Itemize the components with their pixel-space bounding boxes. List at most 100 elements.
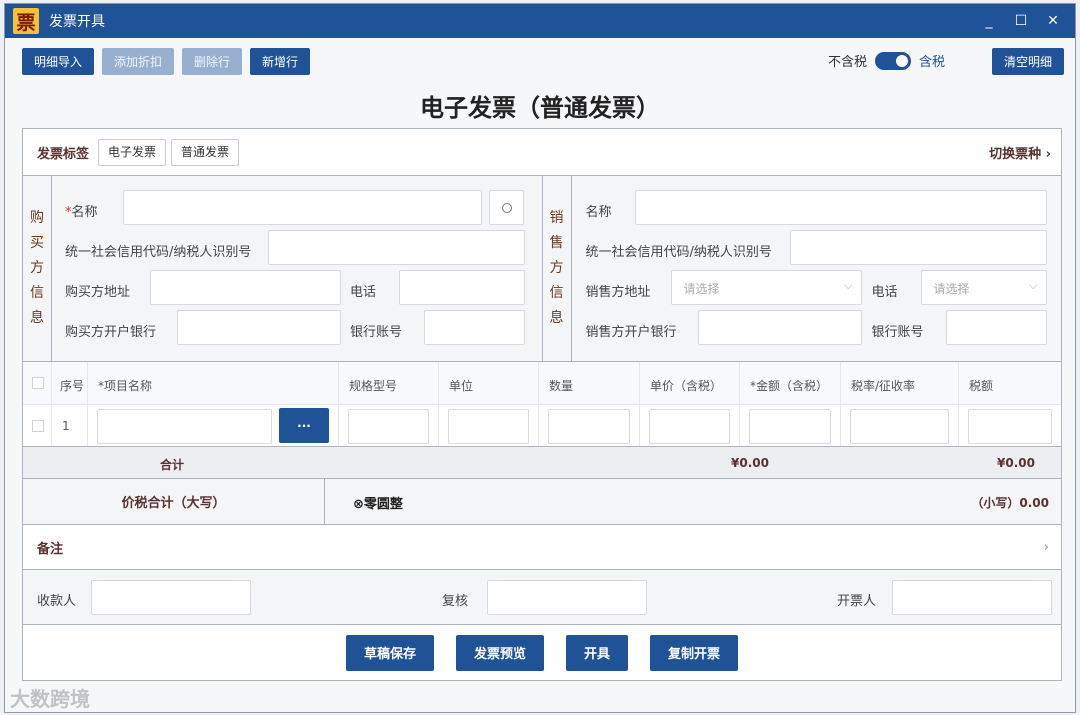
buyer-phone-input[interactable] bbox=[399, 270, 525, 305]
invoice-tag-label: 发票标签 bbox=[37, 146, 90, 162]
action-bar: 草稿保存 发票预览 开具 复制开票 bbox=[23, 625, 1061, 680]
copy-issue-button[interactable]: 复制开票 bbox=[650, 634, 739, 671]
reviewer-input[interactable] bbox=[487, 580, 647, 615]
select-all-checkbox[interactable] bbox=[32, 377, 44, 389]
buyer-account-input[interactable] bbox=[424, 310, 525, 345]
tax-inclusive-total-row: 价税合计（大写） ⊗零圆整 （小写）0.00 bbox=[23, 479, 1061, 525]
tax-exclusive-label: 不含税 bbox=[827, 55, 867, 70]
reviewer-label: 复核 bbox=[442, 594, 469, 609]
remarks-row[interactable]: 备注 › bbox=[23, 525, 1061, 570]
close-icon[interactable]: ✕ bbox=[1037, 13, 1069, 29]
seller-taxid-label: 统一社会信用代码/纳税人识别号 bbox=[585, 245, 772, 260]
quantity-input[interactable] bbox=[548, 409, 630, 444]
save-draft-button[interactable]: 草稿保存 bbox=[345, 634, 434, 671]
seller-address-select[interactable]: 请选择 ⌵ bbox=[670, 270, 862, 305]
seller-address-label: 销售方地址 bbox=[585, 285, 651, 300]
buyer-name-label-text: 名称 bbox=[71, 205, 98, 220]
seller-account-label: 银行账号 bbox=[871, 325, 924, 340]
import-details-button[interactable]: 明细导入 bbox=[22, 48, 95, 75]
buyer-name-input[interactable] bbox=[123, 190, 482, 225]
buyer-address-input[interactable] bbox=[150, 270, 341, 305]
invoice-window: 票 发票开具 _ ☐ ✕ 明细导入 添加折扣 删除行 新增行 不含税 含税 清空… bbox=[4, 3, 1076, 713]
seller-vertical-label: 销 售 方 信 息 bbox=[543, 176, 572, 361]
tax-toggle-switch[interactable] bbox=[874, 51, 911, 70]
buyer-taxid-label: 统一社会信用代码/纳税人识别号 bbox=[65, 245, 252, 260]
unit-price-input[interactable] bbox=[649, 409, 730, 444]
add-discount-button[interactable]: 添加折扣 bbox=[102, 48, 175, 75]
delete-row-button[interactable]: 删除行 bbox=[182, 48, 243, 75]
tax-rate-input[interactable] bbox=[850, 409, 949, 444]
col-index: 序号 bbox=[52, 362, 88, 404]
table-row: 1 ··· bbox=[23, 405, 1061, 447]
item-select-more-button[interactable]: ··· bbox=[279, 408, 329, 443]
col-tax-rate: 税率/征收率 bbox=[841, 362, 959, 404]
buyer-bank-input[interactable] bbox=[177, 310, 341, 345]
buyer-vlabel-char: 方 bbox=[30, 260, 44, 276]
col-tax: 税额 bbox=[969, 379, 994, 393]
buyer-taxid-input[interactable] bbox=[268, 230, 525, 265]
buyer-name-label: *名称 bbox=[65, 201, 98, 220]
seller-vlabel-char: 信 bbox=[549, 285, 564, 301]
issuer-label: 开票人 bbox=[837, 594, 877, 609]
amount-input[interactable] bbox=[749, 409, 831, 444]
spec-cell bbox=[339, 405, 439, 446]
seller-fields: 名称 统一社会信用代码/纳税人识别号 销售方地址 请选择 ⌵ 电话 请选择 ⌵ … bbox=[572, 176, 1062, 361]
toolbar: 明细导入 添加折扣 删除行 新增行 bbox=[22, 48, 311, 75]
unit-input[interactable] bbox=[448, 409, 529, 444]
add-row-button[interactable]: 新增行 bbox=[250, 48, 311, 75]
item-name-input[interactable] bbox=[97, 409, 272, 444]
search-icon bbox=[501, 202, 512, 213]
tag-electronic[interactable]: 电子发票 bbox=[98, 138, 167, 166]
col-item-name: *项目名称 bbox=[88, 362, 339, 404]
seller-name-input[interactable] bbox=[634, 190, 1047, 225]
total-uppercase-value: ⊗零圆整 bbox=[353, 493, 403, 512]
spec-input[interactable] bbox=[348, 409, 429, 444]
seller-vlabel-char: 方 bbox=[549, 260, 564, 276]
row-index: 1 bbox=[52, 405, 88, 446]
row-checkbox[interactable] bbox=[32, 420, 44, 432]
buyer-vlabel-char: 购 bbox=[30, 210, 44, 226]
items-table-header: 序号 *项目名称 规格型号 单位 数量 单价（含税） *金额（含税） 税率/征收… bbox=[23, 362, 1061, 405]
col-unit-price: 单价（含税） bbox=[640, 362, 740, 404]
issuer-input[interactable] bbox=[892, 580, 1052, 615]
seller-taxid-input[interactable] bbox=[789, 230, 1047, 265]
unit-price-cell bbox=[640, 405, 740, 446]
buyer-address-label: 购买方地址 bbox=[65, 285, 131, 300]
seller-bank-input[interactable] bbox=[697, 310, 862, 345]
payee-input[interactable] bbox=[91, 580, 251, 615]
tax-input[interactable] bbox=[968, 409, 1052, 444]
seller-phone-select[interactable]: 请选择 ⌵ bbox=[920, 270, 1047, 305]
seller-vlabel-char: 销 bbox=[549, 210, 564, 226]
buyer-phone-label: 电话 bbox=[350, 285, 377, 300]
col-amount: *金额（含税） bbox=[740, 362, 841, 404]
watermark: 大数跨境 bbox=[10, 687, 90, 711]
buyer-bank-label: 购买方开户银行 bbox=[65, 325, 157, 340]
chevron-right-icon: › bbox=[1043, 539, 1049, 555]
quantity-cell bbox=[539, 405, 640, 446]
total-lowercase-value: （小写）0.00 bbox=[971, 496, 1049, 510]
maximize-icon[interactable]: ☐ bbox=[1005, 13, 1037, 29]
seller-vlabel-char: 息 bbox=[549, 310, 564, 326]
buyer-vlabel-char: 信 bbox=[30, 285, 44, 301]
seller-section: 销 售 方 信 息 名称 统一社会信用代码/纳税人识别号 销售方地址 请选择 ⌵ bbox=[541, 176, 1062, 361]
amount-cell bbox=[740, 405, 841, 446]
minimize-icon[interactable]: _ bbox=[973, 13, 1005, 29]
title-bar: 票 发票开具 _ ☐ ✕ bbox=[5, 4, 1075, 38]
switch-invoice-type-link[interactable]: 切换票种 › bbox=[989, 143, 1051, 162]
seller-address-placeholder: 请选择 bbox=[683, 282, 720, 296]
preview-invoice-button[interactable]: 发票预览 bbox=[455, 634, 544, 671]
seller-phone-placeholder: 请选择 bbox=[933, 282, 970, 296]
window-title: 发票开具 bbox=[49, 14, 105, 30]
clear-details-button[interactable]: 清空明细 bbox=[991, 48, 1064, 75]
issue-invoice-button[interactable]: 开具 bbox=[566, 634, 629, 671]
tax-cell bbox=[959, 405, 1061, 446]
buyer-section: 购 买 方 信 息 *名称 统一社会信用代码/纳税人识别号 购买方地址 电话 购… bbox=[23, 176, 542, 361]
buyer-vlabel-char: 息 bbox=[30, 310, 44, 326]
seller-account-input[interactable] bbox=[945, 310, 1047, 345]
total-tax: ¥0.00 bbox=[997, 456, 1035, 470]
select-all-cell bbox=[23, 362, 52, 404]
buyer-search-button[interactable] bbox=[489, 190, 524, 225]
tax-mode-toggle: 不含税 含税 bbox=[828, 51, 945, 70]
party-info: 购 买 方 信 息 *名称 统一社会信用代码/纳税人识别号 购买方地址 电话 购… bbox=[23, 176, 1061, 362]
tag-ordinary[interactable]: 普通发票 bbox=[171, 138, 240, 166]
